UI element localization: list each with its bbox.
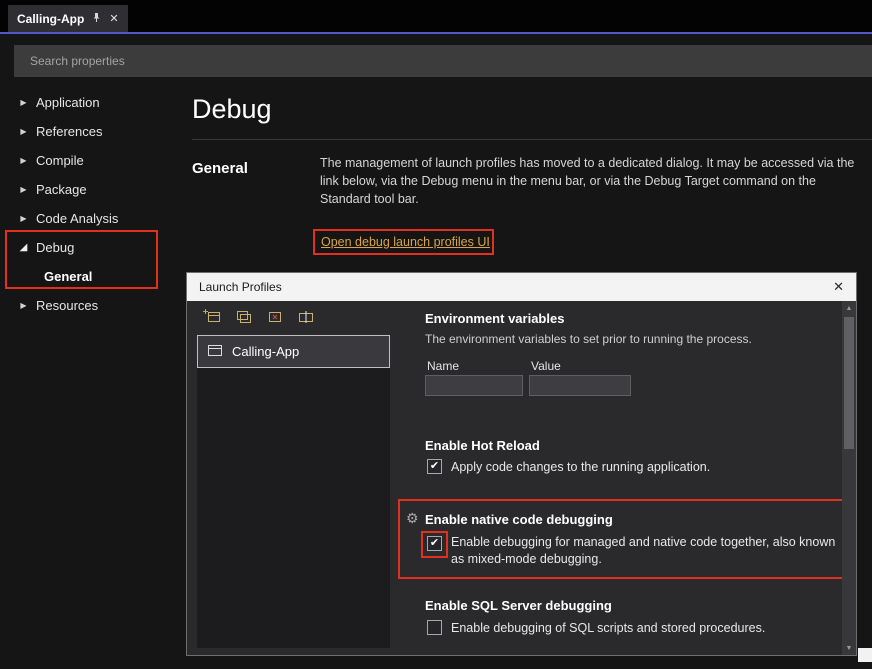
sidebar-item-label: References bbox=[36, 124, 102, 139]
close-tab-icon[interactable]: ✕ bbox=[109, 12, 118, 25]
profile-list: Calling-App bbox=[197, 335, 390, 648]
sql-debugging-checkbox-label: Enable debugging of SQL scripts and stor… bbox=[451, 621, 765, 635]
sidebar-item-debug-general[interactable]: General bbox=[18, 262, 180, 291]
chevron-right-icon: ▶ bbox=[18, 185, 29, 194]
gear-icon: ⚙ bbox=[406, 510, 419, 527]
native-debugging-checkbox[interactable]: ✔ bbox=[427, 536, 442, 551]
dialog-title: Launch Profiles bbox=[199, 280, 282, 294]
dialog-close-icon[interactable]: ✕ bbox=[833, 279, 844, 295]
profiles-toolbar bbox=[201, 306, 318, 328]
scroll-up-icon[interactable]: ▲ bbox=[842, 301, 856, 315]
tab-calling-app[interactable]: Calling-App ✕ bbox=[8, 5, 128, 32]
sidebar-item-code-analysis[interactable]: ▶ Code Analysis bbox=[18, 204, 180, 233]
profile-item-calling-app[interactable]: Calling-App bbox=[197, 335, 390, 368]
sql-debugging-checkbox[interactable] bbox=[427, 620, 442, 635]
dialog-titlebar: Launch Profiles ✕ bbox=[187, 273, 856, 301]
search-properties-input[interactable] bbox=[30, 54, 856, 68]
sidebar-item-debug[interactable]: ◢ Debug bbox=[18, 233, 180, 262]
env-variables-heading: Environment variables bbox=[425, 311, 564, 326]
chevron-right-icon: ▶ bbox=[18, 156, 29, 165]
env-value-input[interactable] bbox=[529, 375, 631, 396]
native-debugging-heading: Enable native code debugging bbox=[425, 512, 613, 527]
chevron-right-icon: ▶ bbox=[18, 214, 29, 223]
sidebar-item-label: Resources bbox=[36, 298, 98, 313]
chevron-right-icon: ▶ bbox=[18, 127, 29, 136]
profile-item-label: Calling-App bbox=[232, 344, 299, 359]
search-properties-bar[interactable] bbox=[14, 45, 872, 77]
sidebar-item-package[interactable]: ▶ Package bbox=[18, 175, 180, 204]
general-section-heading: General bbox=[192, 160, 248, 177]
check-icon: ✔ bbox=[430, 461, 439, 472]
sql-debugging-heading: Enable SQL Server debugging bbox=[425, 598, 612, 613]
duplicate-profile-icon[interactable] bbox=[232, 306, 256, 328]
env-value-label: Value bbox=[531, 359, 561, 373]
rename-profile-icon[interactable] bbox=[294, 306, 318, 328]
sidebar-item-resources[interactable]: ▶ Resources bbox=[18, 291, 180, 320]
native-debugging-checkbox-label: Enable debugging for managed and native … bbox=[451, 534, 845, 568]
document-tab-bar: Calling-App ✕ bbox=[0, 0, 872, 34]
sql-debugging-row: Enable debugging of SQL scripts and stor… bbox=[427, 620, 765, 635]
scroll-down-icon[interactable]: ▼ bbox=[842, 641, 856, 655]
sidebar-item-label: General bbox=[44, 269, 92, 284]
hot-reload-heading: Enable Hot Reload bbox=[425, 438, 540, 453]
tab-title: Calling-App bbox=[17, 12, 84, 26]
env-name-label: Name bbox=[427, 359, 459, 373]
sidebar-item-label: Code Analysis bbox=[36, 211, 118, 226]
page-title: Debug bbox=[192, 94, 272, 125]
sidebar-item-label: Debug bbox=[36, 240, 74, 255]
launch-profiles-description: The management of launch profiles has mo… bbox=[320, 155, 870, 208]
check-icon: ✔ bbox=[430, 538, 439, 549]
sidebar-item-label: Package bbox=[36, 182, 87, 197]
sidebar-item-label: Compile bbox=[36, 153, 84, 168]
scrollbar-corner bbox=[858, 648, 872, 662]
env-name-input[interactable] bbox=[425, 375, 523, 396]
chevron-expanded-icon: ◢ bbox=[18, 242, 29, 253]
sidebar-item-compile[interactable]: ▶ Compile bbox=[18, 146, 180, 175]
delete-profile-icon[interactable] bbox=[263, 306, 287, 328]
sidebar-item-references[interactable]: ▶ References bbox=[18, 117, 180, 146]
chevron-right-icon: ▶ bbox=[18, 98, 29, 107]
dialog-scrollbar[interactable]: ▲ ▼ bbox=[842, 301, 856, 655]
apply-code-changes-checkbox[interactable]: ✔ bbox=[427, 459, 442, 474]
new-profile-icon[interactable] bbox=[201, 306, 225, 328]
title-divider bbox=[192, 139, 872, 140]
sidebar-item-application[interactable]: ▶ Application bbox=[18, 88, 180, 117]
open-debug-launch-profiles-link[interactable]: Open debug launch profiles UI bbox=[321, 235, 490, 249]
hot-reload-checkbox-label: Apply code changes to the running applic… bbox=[451, 460, 710, 474]
properties-nav: ▶ Application ▶ References ▶ Compile ▶ P… bbox=[18, 88, 180, 320]
scrollbar-thumb[interactable] bbox=[844, 317, 854, 449]
vs-project-properties-window: Calling-App ✕ ▶ Application ▶ References… bbox=[0, 0, 872, 669]
hot-reload-row: ✔ Apply code changes to the running appl… bbox=[427, 459, 710, 474]
pin-icon[interactable] bbox=[91, 10, 102, 28]
sidebar-item-label: Application bbox=[36, 95, 100, 110]
app-window-icon bbox=[207, 344, 223, 360]
chevron-right-icon: ▶ bbox=[18, 301, 29, 310]
env-variables-description: The environment variables to set prior t… bbox=[425, 332, 752, 346]
launch-profiles-dialog: Launch Profiles ✕ Calling-App bbox=[186, 272, 857, 656]
